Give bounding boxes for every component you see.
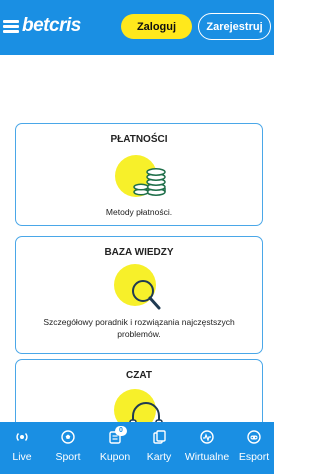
payments-card[interactable]: PŁATNOŚCI Metody płatności. <box>15 123 263 226</box>
nav-esport[interactable]: Esport <box>234 422 274 474</box>
coins-icon <box>115 155 166 197</box>
live-icon <box>16 433 28 441</box>
soccer-ball-icon <box>61 430 75 444</box>
nav-sport-label: Sport <box>55 451 81 463</box>
knowledge-base-card[interactable]: BAZA WIEDZY Szczegółowy poradnik i rozwi… <box>15 236 263 354</box>
register-button[interactable]: Zarejestruj <box>198 13 271 40</box>
betcris-logo[interactable]: betcris <box>22 15 81 37</box>
nav-live-label: Live <box>12 451 32 463</box>
gamepad-icon <box>247 430 261 444</box>
nav-coupon[interactable]: 0 Kupon <box>95 422 135 474</box>
nav-cards-label: Karty <box>146 451 172 463</box>
payments-card-title: PŁATNOŚCI <box>110 134 168 145</box>
virtual-icon <box>200 430 214 444</box>
knowledge-base-card-title: BAZA WIEDZY <box>104 247 174 258</box>
login-button[interactable]: Zaloguj <box>121 14 192 39</box>
nav-esport-label: Esport <box>238 451 270 463</box>
payments-card-description: Metody płatności. <box>105 207 173 217</box>
cards-icon <box>153 430 166 444</box>
chat-card-title: CZAT <box>126 370 152 381</box>
nav-virtual[interactable]: Wirtualne <box>185 422 229 474</box>
bottom-navigation: Live Sport 0 Kupon Karty Wirtualne Espor… <box>0 422 274 474</box>
magnifier-icon <box>114 264 161 310</box>
top-bar: betcris Zaloguj Zarejestruj <box>0 0 274 55</box>
nav-virtual-label: Wirtualne <box>184 451 230 463</box>
knowledge-base-card-description: Szczegółowy poradnik i rozwiązania najcz… <box>43 317 235 339</box>
nav-sport[interactable]: Sport <box>48 422 88 474</box>
nav-live[interactable]: Live <box>2 422 42 474</box>
hamburger-menu-icon[interactable] <box>3 19 19 33</box>
nav-cards[interactable]: Karty <box>139 422 179 474</box>
coupon-count-badge: 0 <box>115 426 127 436</box>
